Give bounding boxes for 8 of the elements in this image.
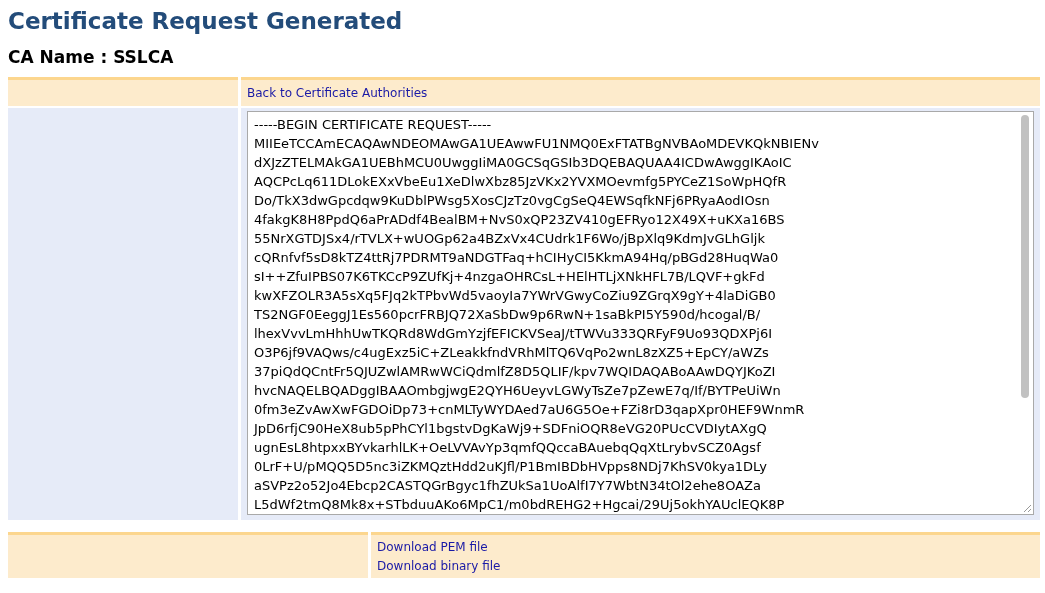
ca-name-heading: CA Name : SSLCA [8,46,174,68]
resize-handle-icon[interactable] [1022,503,1032,513]
download-link[interactable]: Download binary file [377,558,501,574]
certificate-text: -----BEGIN CERTIFICATE REQUEST----- MIIEeTCCAmECAQAwNDEOMAwGA1UEAwwFU1NMQ0ExFTATBgNVBAoMDEVKQkNBIENv dXJzZTELMAkGA1UEBhMCU0UwggIiMA0GCSqGSIb3DQEBAQUAA4ICDwAwggIKAoIC AQCPcLq611DLokEXxVbeEu1XeDlwXbz85JzVKx2YVXMOevmfg5PYCeZ1SoWpHQfR Do/TkX3dwGpcdqw9KuDblPWsg5XosCJzTz0vgCgSeQ4EWSqfkNFj6PRyaAodIOsn 4fakgK8H8PpdQ6aPrADdf4BealBM+NvS0xQP23ZV410gEFRyo12X49X+uKXa16BS 55NrXGTDJSx4/rTVLX+wUOGp62a4BZxVx4CUdrk1F6Wo/jBpXlq9KdmJvGLhGljk cQRnfvf5sD8kTZ4ttRj7PDRMT9aNDGTFaq+hCIHyCI5KkmA94Hq/pBGd28HuqWa0 sI++ZfuIPBS07K6TKCcP9ZUfKj+4nzgaOHRCsL+HElHTLjXNkHFL7B/LQVF+gkFd kwXFZOLR3A5sXq5FJq2kTPbvWd5vaoyIa7YWrVGwyCoZiu9ZGrqX9gY+4laDiGB0 TS2NGF0EeggJ1Es560pcrFRBJQ72XaSbDw9p6RwN+1saBkPI5Y590d/hcogal/B/ lhexVvvLmHhhUwTKQRd8WdGmYzjfEFICKVSeaJ/tTWVu333QRFyF9Uo93QDXPj6I O3P6jf9VAQws/c4ugExz5iC+ZLeakkfndVRhMlTQ6VqPo2wnL8zXZ5+EpCY/aWZs 37piQdQCntFr5QJUZwlAMRwWCiQdmlfZ8D5QLIF/kpv7WQIDAQABoAAwDQYJKoZI hvcNAQELBQADggIBAAOmbgjwgE2QYH6UeyvLGWyTsZe7pZewE7q/If/BYTPeUiWn 0fm3eZvAwXwFGDOiDp73+cnMLTyWYDAed7aU6G5Oe+FZi8rD3qapXpr0HEF9WnmR JpD6rfjC90HeX8ub5pPhCYl1bgstvDgKaWj9+SDFniOQR8eVG20PUcCVDIytAXgQ ugnEsL8htpxxBYvkarhlLK+OeLVVAvYp3qmfQQccaBAuebqQqXtLrybvSCZ0Agsf 0LrF+U/pMQQ5D5nc3iZKMQztHdd2uKJfl/P1BmIBDbHVpps8NDj7KhSV0kya1DLy aSVPz2o52Jo4Ebcp2CASTQGrBgyc1fhZUkSa1UoAlfI7Y7WbtN34tOl2ehe8OAZa L5dWf2tmQ8Mk8x+STbduuAKo6MpC1/m0bdREHG2+Hgcai/29Uj5okhYAUclEQK8P [252,116,819,514]
scrollbar-thumb[interactable] [1021,115,1029,398]
back-link[interactable]: Back to Certificate Authorities [247,84,428,102]
download-link[interactable]: Download PEM file [377,539,488,555]
page-title: Certificate Request Generated [8,7,403,36]
